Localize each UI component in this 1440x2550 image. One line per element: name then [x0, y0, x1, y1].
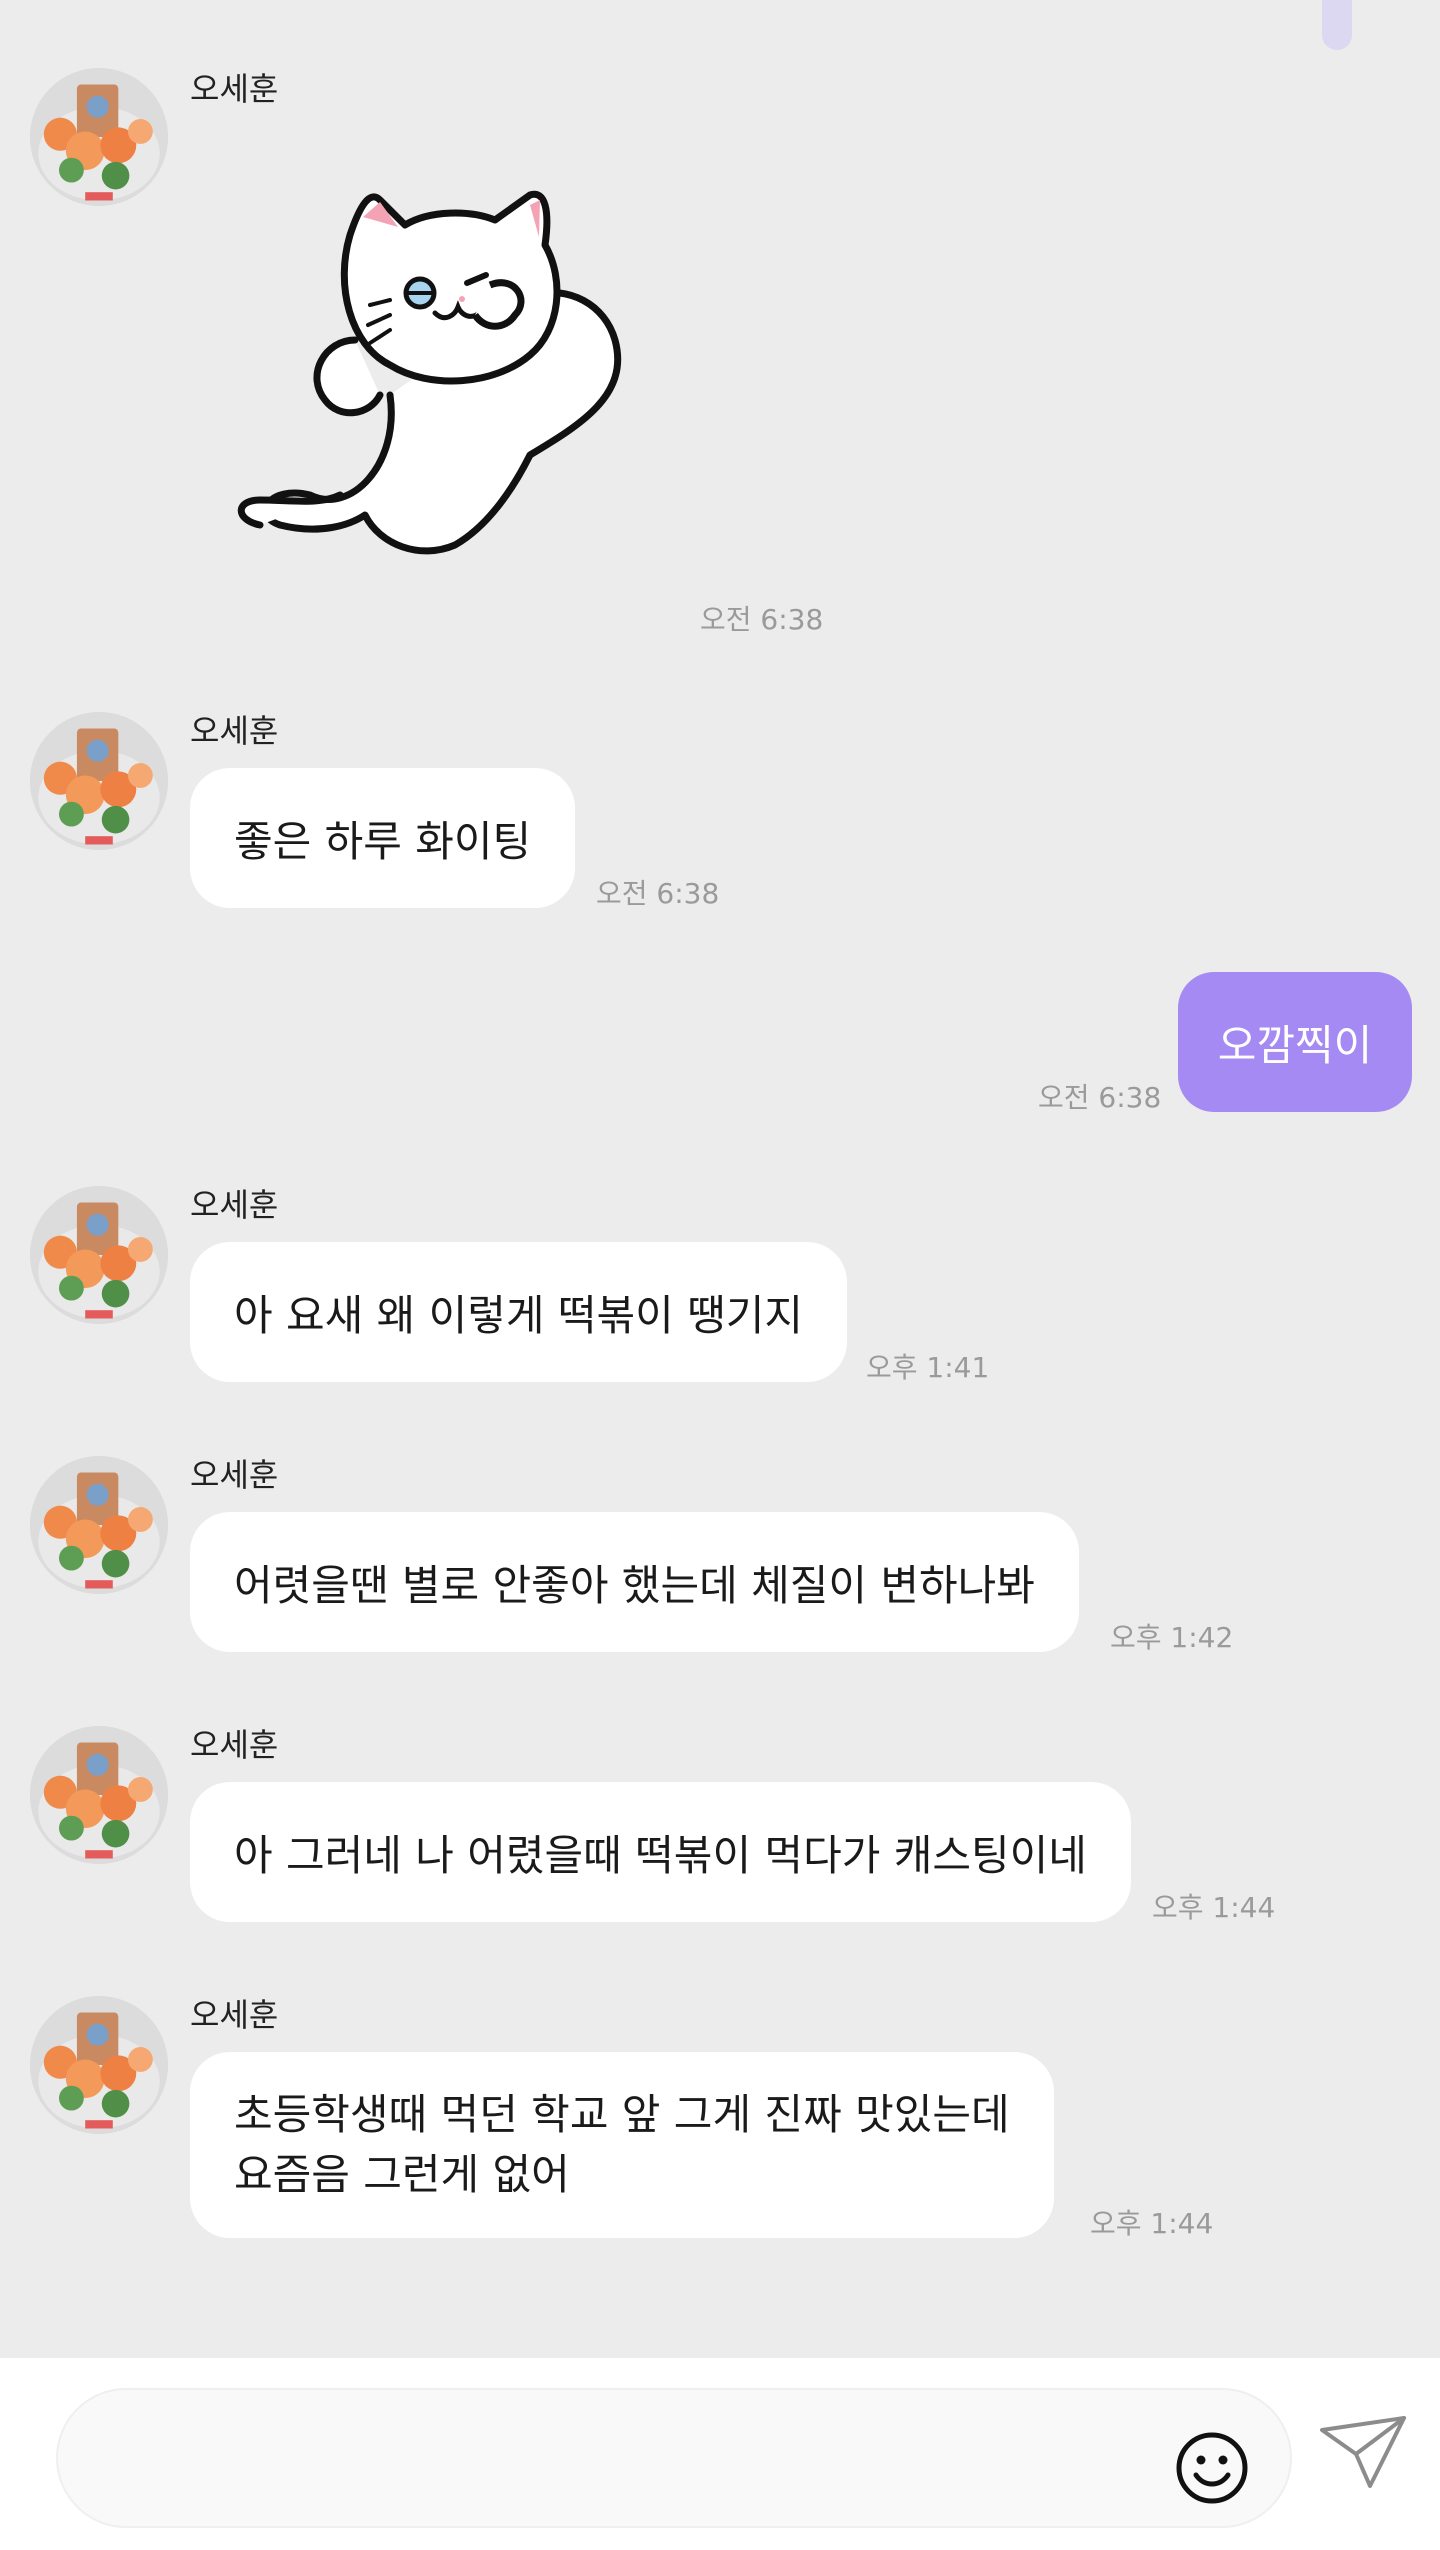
sender-name: 오세훈 — [190, 1186, 279, 1224]
paper-plane-icon[interactable] — [1318, 2412, 1410, 2492]
profile-photo — [30, 1996, 168, 2134]
scroll-indicator — [1322, 0, 1352, 50]
message-bubble[interactable]: 좋은 하루 화이팅 — [190, 768, 576, 908]
smiley-icon[interactable] — [1174, 2430, 1250, 2506]
message-time: 오후 1:44 — [1152, 1891, 1276, 1924]
profile-photo — [30, 1456, 168, 1594]
my-message-bubble[interactable]: 오깜찍이 — [1178, 972, 1412, 1112]
avatar[interactable] — [30, 1456, 168, 1594]
message-input[interactable] — [98, 2420, 1158, 2500]
avatar[interactable] — [30, 1186, 168, 1324]
profile-photo — [30, 1186, 168, 1324]
message-time: 오후 1:42 — [1110, 1621, 1234, 1654]
avatar[interactable] — [30, 68, 168, 206]
message-time: 오전 6:38 — [700, 603, 824, 636]
avatar[interactable] — [30, 1996, 168, 2134]
message-line: 초등학생때 먹던 학교 앞 그게 진짜 맛있는데 — [234, 2090, 1010, 2139]
message-time: 오전 6:38 — [596, 877, 720, 910]
profile-photo — [30, 712, 168, 850]
sender-name: 오세훈 — [190, 1726, 279, 1764]
message-bubble[interactable]: 어렷을땐 별로 안좋아 했는데 체질이 변하나봐 — [190, 1512, 1079, 1652]
message-bubble[interactable]: 초등학생때 먹던 학교 앞 그게 진짜 맛있는데 요즘음 그런게 없어 — [190, 2052, 1054, 2238]
sender-name: 오세훈 — [190, 712, 279, 750]
message-line: 요즘음 그런게 없어 — [234, 2150, 570, 2199]
sender-name: 오세훈 — [190, 70, 279, 108]
avatar[interactable] — [30, 1726, 168, 1864]
message-time: 오후 1:44 — [1090, 2207, 1214, 2240]
chat-area[interactable]: 오세훈 오전 6:38 오세훈 좋은 하루 화이팅 오전 6:38 오전 6:3… — [0, 0, 1440, 2358]
message-input-container[interactable] — [56, 2388, 1292, 2528]
message-bubble[interactable]: 아 요새 왜 이렇게 떡볶이 땡기지 — [190, 1242, 848, 1382]
sender-name: 오세훈 — [190, 1996, 279, 2034]
profile-photo — [30, 68, 168, 206]
profile-photo — [30, 1726, 168, 1864]
avatar[interactable] — [30, 712, 168, 850]
winking-white-cat-sticker — [237, 190, 622, 555]
sender-name: 오세훈 — [190, 1456, 279, 1494]
message-time: 오전 6:38 — [1038, 1081, 1162, 1114]
message-bubble[interactable]: 아 그러네 나 어렸을때 떡볶이 먹다가 캐스팅이네 — [190, 1782, 1131, 1922]
message-time: 오후 1:41 — [866, 1351, 990, 1384]
